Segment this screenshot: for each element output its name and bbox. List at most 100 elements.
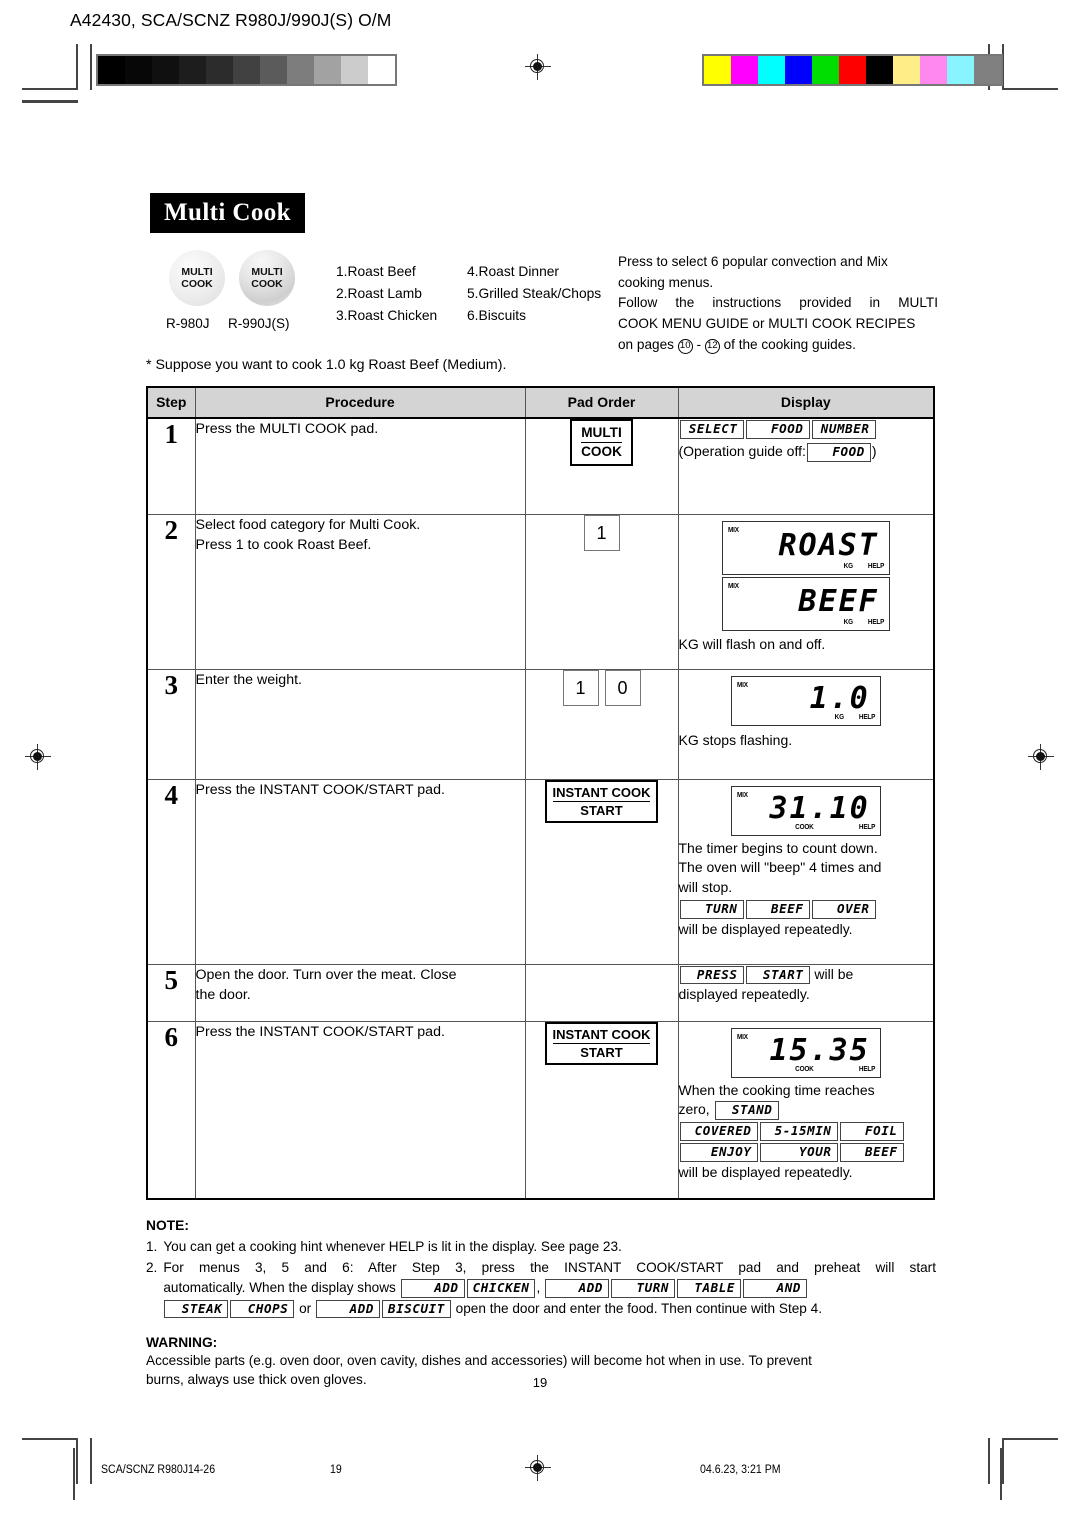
registration-target-bottom bbox=[525, 1455, 551, 1481]
warning-line-1: Accessible parts (e.g. oven door, oven c… bbox=[146, 1353, 812, 1369]
lcd-indicator-mix: MIX bbox=[736, 1031, 748, 1041]
lcd-word-chip: BISCUIT bbox=[382, 1299, 451, 1319]
note-heading: NOTE: bbox=[146, 1218, 189, 1233]
lcd-word-chip: ADD bbox=[400, 1278, 465, 1298]
intro-pages-suffix: of the cooking guides. bbox=[723, 336, 856, 352]
step-number: 3 bbox=[146, 668, 196, 780]
pad-order-cell: 10 bbox=[524, 668, 679, 780]
lcd-word-chip: ENJOY bbox=[679, 1142, 758, 1162]
keypad-instant-cook-start[interactable]: INSTANT COOK START bbox=[544, 779, 659, 824]
footer-center: 19 bbox=[330, 1464, 342, 1476]
step-number: 1 bbox=[146, 417, 196, 515]
lcd-indicator-cook: COOK bbox=[794, 1063, 814, 1073]
gray-swatch bbox=[314, 56, 341, 84]
keypad-instant-cook-line2: START bbox=[580, 802, 623, 818]
lcd-value: 15.35 bbox=[769, 1032, 870, 1068]
lcd-word-chip: STAND bbox=[714, 1101, 779, 1121]
procedure-table: Step Procedure Pad Order Display 1 Press… bbox=[146, 386, 935, 1200]
color-swatch bbox=[974, 56, 1001, 84]
pad-illustration-r990js: MULTI COOK bbox=[239, 250, 295, 306]
menu-list-right: 4.Roast Dinner 5.Grilled Steak/Chops 6.B… bbox=[467, 261, 601, 326]
intro-line-4: COOK MENU GUIDE or MULTI COOK RECIPES bbox=[618, 315, 916, 331]
lcd-indicator-help: HELP bbox=[858, 1063, 875, 1073]
procedure-line: Open the door. Turn over the meat. Close bbox=[195, 966, 457, 983]
table-row: 5 Open the door. Turn over the meat. Clo… bbox=[146, 963, 935, 1022]
keypad-instant-cook-line1: INSTANT COOK bbox=[552, 1027, 651, 1044]
note-item-1-text: You can get a cooking hint whenever HELP… bbox=[163, 1239, 622, 1255]
step-number: 4 bbox=[146, 778, 196, 965]
lcd-value: BEEF bbox=[798, 583, 879, 619]
footer-right: 04.6.23, 3:21 PM bbox=[700, 1464, 781, 1476]
lcd-indicator-kg: KG bbox=[834, 711, 844, 721]
keypad-multi-cook[interactable]: MULTI COOK bbox=[570, 419, 633, 467]
note-item-2-line-a: For menus 3, 5 and 6: After Step 3, pres… bbox=[163, 1259, 936, 1275]
lcd-word-chip: NUMBER bbox=[811, 420, 876, 439]
table-row: 1 Press the MULTI COOK pad. MULTI COOK S… bbox=[146, 417, 935, 515]
lcd-panel-timer-final: MIX 15.35 COOK HELP bbox=[730, 1027, 881, 1078]
pad-illustration-r980j-line1: MULTI bbox=[181, 265, 213, 278]
display-caption: KG stops flashing. bbox=[678, 731, 793, 748]
menu-item: 5.Grilled Steak/Chops bbox=[467, 285, 602, 301]
color-swatch bbox=[758, 56, 785, 84]
keypad-instant-cook-line2: START bbox=[580, 1044, 623, 1060]
note-item-2-text-c: open the door and enter the food. Then c… bbox=[455, 1300, 822, 1316]
note-item-2: 2. For menus 3, 5 and 6: After Step 3, p… bbox=[146, 1258, 936, 1319]
note-item-1: 1. You can get a cooking hint whenever H… bbox=[146, 1237, 936, 1257]
pad-order-cell: 1 bbox=[524, 513, 679, 670]
column-header-step: Step bbox=[146, 386, 196, 419]
lcd-word-chip: FOOD bbox=[745, 420, 810, 439]
operation-guide-suffix: ) bbox=[871, 442, 877, 459]
gray-swatch bbox=[260, 56, 287, 84]
lcd-panel-beef: MIX BEEF KG HELP bbox=[721, 576, 890, 631]
lcd-indicator-cook: COOK bbox=[794, 821, 814, 831]
numpad-key[interactable]: 1 bbox=[583, 514, 620, 551]
operation-guide-prefix: (Operation guide off: bbox=[678, 442, 806, 459]
display-cell: PRESS START will be displayed repeatedly. bbox=[677, 963, 935, 1022]
numpad-key[interactable]: 0 bbox=[604, 669, 641, 706]
document-code: A42430, SCA/SCNZ R980J/990J(S) O/M bbox=[70, 10, 392, 30]
table-row: 3 Enter the weight. 10 MIX 1.0 KG HELP K… bbox=[146, 668, 935, 780]
menu-item: 2.Roast Lamb bbox=[336, 285, 422, 301]
gray-swatch bbox=[368, 56, 395, 84]
note-section: NOTE: 1. You can get a cooking hint when… bbox=[146, 1216, 936, 1319]
lcd-panel-timer: MIX 31.10 COOK HELP bbox=[730, 785, 881, 836]
display-caption-after: will be displayed repeatedly. bbox=[678, 1163, 853, 1180]
lcd-indicator-help: HELP bbox=[858, 711, 875, 721]
page-ref-to: 12 bbox=[704, 338, 720, 354]
intro-line-5: on pages 10 - 12 of the cooking guides. bbox=[618, 335, 938, 356]
pad-model-label-r980j: R-980J bbox=[166, 316, 210, 331]
display-cell: MIX 1.0 KG HELP KG stops flashing. bbox=[677, 668, 935, 780]
numpad-key[interactable]: 1 bbox=[562, 669, 599, 706]
procedure-cell: Enter the weight. bbox=[194, 668, 526, 780]
pad-order-cell: INSTANT COOK START bbox=[524, 1020, 679, 1200]
lcd-indicator-help: HELP bbox=[867, 560, 884, 570]
lcd-word-chip: AND bbox=[743, 1278, 808, 1298]
display-cell: MIX 15.35 COOK HELP When the cooking tim… bbox=[677, 1020, 935, 1200]
column-header-pad-order: Pad Order bbox=[524, 386, 679, 419]
lcd-indicator-help: HELP bbox=[858, 821, 875, 831]
color-swatch bbox=[866, 56, 893, 84]
color-swatch bbox=[704, 56, 731, 84]
lcd-word-chip: ADD bbox=[316, 1299, 380, 1319]
lcd-word-chip: CHICKEN bbox=[466, 1278, 536, 1298]
pad-model-label-r990js: R-990J(S) bbox=[228, 316, 290, 331]
intro-line-3: Follow the instructions provided in MULT… bbox=[618, 295, 938, 311]
lcd-value: 31.10 bbox=[769, 790, 870, 826]
step-number: 6 bbox=[146, 1020, 196, 1200]
display-cell: MIX ROAST KG HELP MIX BEEF KG HELP KG wi… bbox=[677, 513, 935, 670]
gray-swatch bbox=[125, 56, 152, 84]
lcd-word-chip: BEEF bbox=[745, 900, 810, 919]
grayscale-calibration-strip bbox=[96, 54, 397, 86]
intro-line-2: cooking menus. bbox=[618, 274, 714, 290]
keypad-instant-cook-start[interactable]: INSTANT COOK START bbox=[544, 1021, 659, 1066]
display-cell: SELECT FOOD NUMBER (Operation guide off: FO… bbox=[677, 417, 935, 515]
gray-swatch bbox=[287, 56, 314, 84]
color-swatch bbox=[947, 56, 974, 84]
keypad-multi-cook-line1: MULTI bbox=[581, 425, 622, 444]
lcd-word-chip: YOUR bbox=[759, 1142, 838, 1162]
note-item-2-line-c: STEAK CHOPS or ADD BISCUIT open the door a… bbox=[163, 1299, 936, 1320]
keypad-multi-cook-line2: COOK bbox=[581, 444, 622, 460]
warning-heading: WARNING: bbox=[146, 1335, 218, 1350]
page-ref-dash: - bbox=[696, 336, 702, 352]
lcd-indicator-kg: KG bbox=[843, 560, 853, 570]
